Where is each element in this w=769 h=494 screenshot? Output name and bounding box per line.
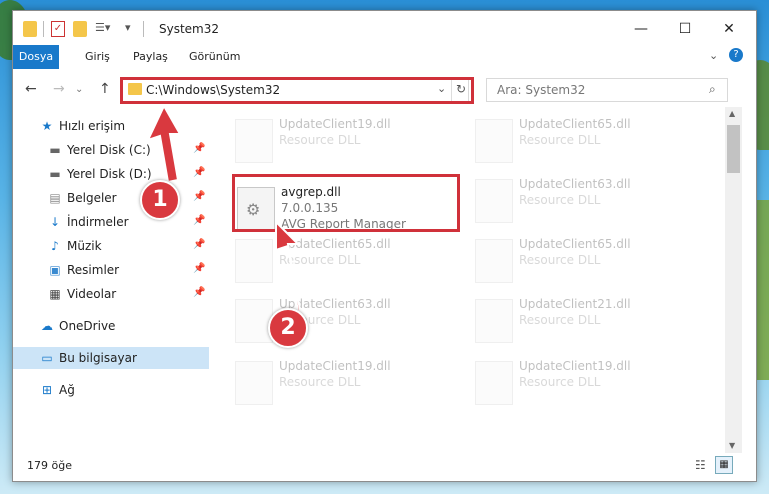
- step-badge-2: 2: [268, 308, 308, 348]
- arrow-to-file: [275, 219, 302, 315]
- step-badge-1: 1: [140, 180, 180, 220]
- arrow-to-address-bar: [146, 103, 182, 184]
- annotation-layer: [146, 103, 302, 315]
